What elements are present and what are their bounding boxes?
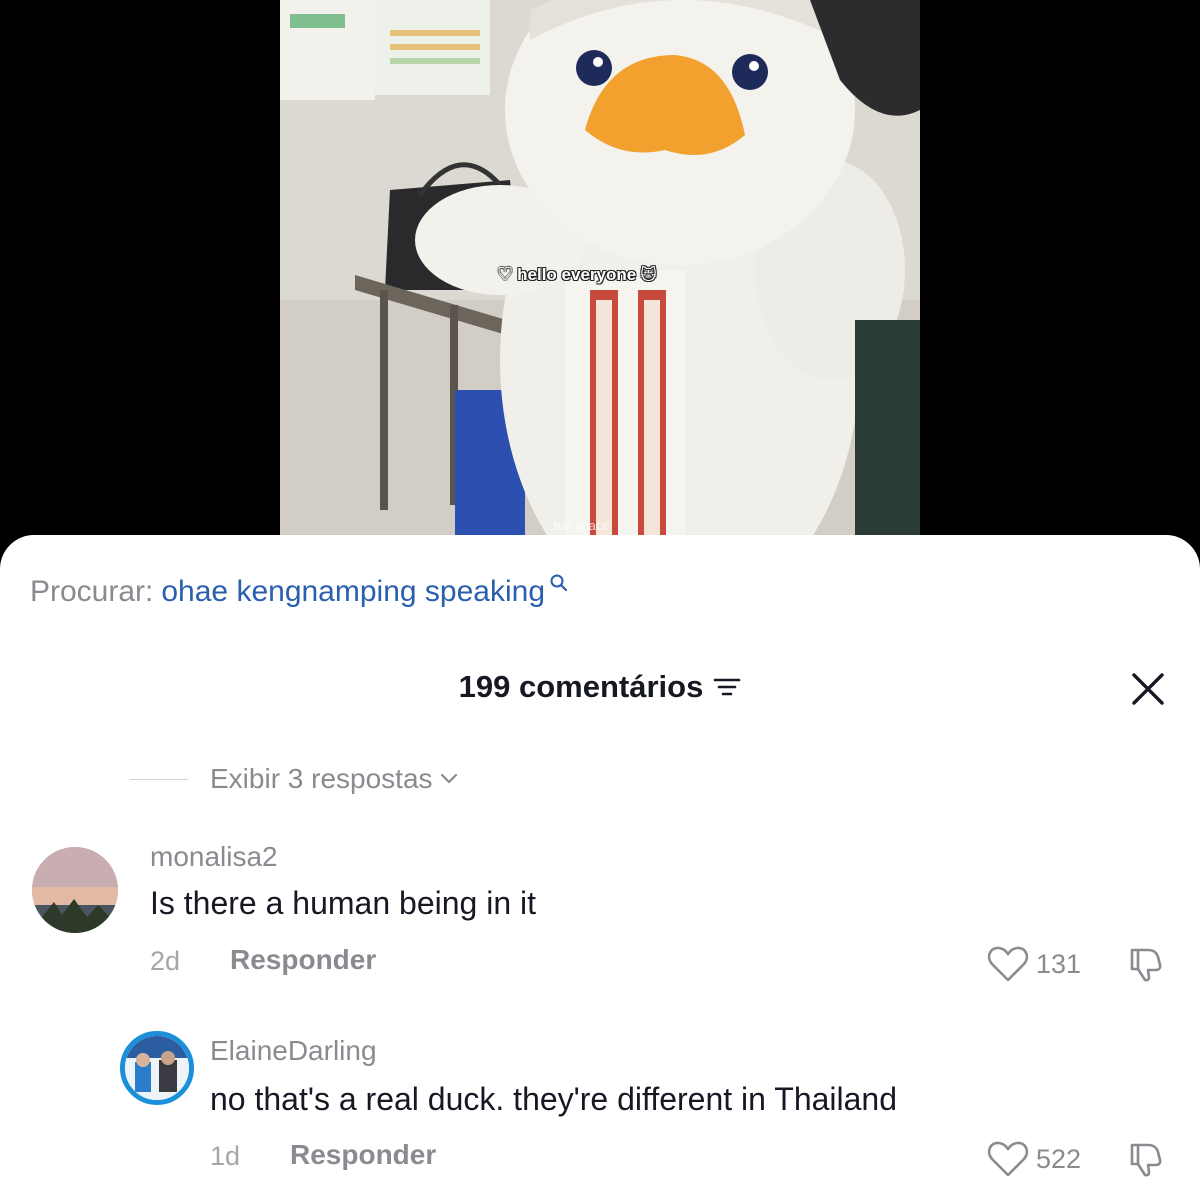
heart-sticker-icon: ♡ [497, 264, 514, 284]
search-suggestion[interactable]: Procurar: ohae kengnamping speaking [30, 573, 569, 609]
comments-sheet: Procurar: ohae kengnamping speaking 199 … [0, 535, 1200, 1200]
like-button[interactable]: 522 [986, 1140, 1081, 1178]
comments-header: 199 comentários [0, 669, 1200, 705]
comment-username[interactable]: ElaineDarling [210, 1035, 377, 1067]
search-query-link[interactable]: ohae kengnamping speaking [161, 575, 545, 609]
reply-button[interactable]: Responder [230, 944, 376, 976]
search-label: Procurar: [30, 575, 154, 608]
comment-text: Is there a human being in it [150, 885, 537, 921]
view-replies-label: Exibir 3 respostas [210, 763, 433, 794]
comment-text: no that's a real duck. they're different… [210, 1081, 898, 1117]
like-button[interactable]: 131 [986, 945, 1081, 983]
comments-count-title: 199 comentários [458, 669, 704, 704]
heart-icon [987, 1141, 1029, 1177]
chevron-down-icon [440, 773, 457, 784]
view-replies-button[interactable]: Exibir 3 respostas [130, 763, 459, 795]
like-count: 131 [1036, 948, 1082, 979]
avatar[interactable] [120, 1031, 194, 1105]
avatar-image [32, 847, 118, 933]
video-caption: ♡ hello everyone 🐱 [497, 264, 657, 285]
comment-timestamp: 1d [210, 1141, 241, 1171]
search-icon[interactable] [549, 573, 569, 593]
caption-emoji: 🐱 [640, 266, 657, 284]
avatar-image [125, 1036, 189, 1100]
video-watermark: tus space [554, 518, 610, 533]
dislike-icon[interactable] [1126, 945, 1164, 983]
close-icon[interactable] [1128, 669, 1168, 709]
dislike-icon[interactable] [1126, 1140, 1164, 1178]
reply-button[interactable]: Responder [290, 1139, 436, 1171]
like-count: 522 [1036, 1143, 1082, 1174]
video-player[interactable]: ♡ hello everyone 🐱 tus space [0, 0, 1200, 560]
comment-timestamp: 2d [150, 946, 181, 976]
comment-username[interactable]: monalisa2 [150, 841, 278, 873]
avatar[interactable] [32, 847, 118, 933]
heart-icon [987, 946, 1029, 982]
filter-icon[interactable] [713, 675, 741, 699]
replies-divider [130, 778, 188, 780]
caption-text: hello everyone [517, 264, 637, 284]
